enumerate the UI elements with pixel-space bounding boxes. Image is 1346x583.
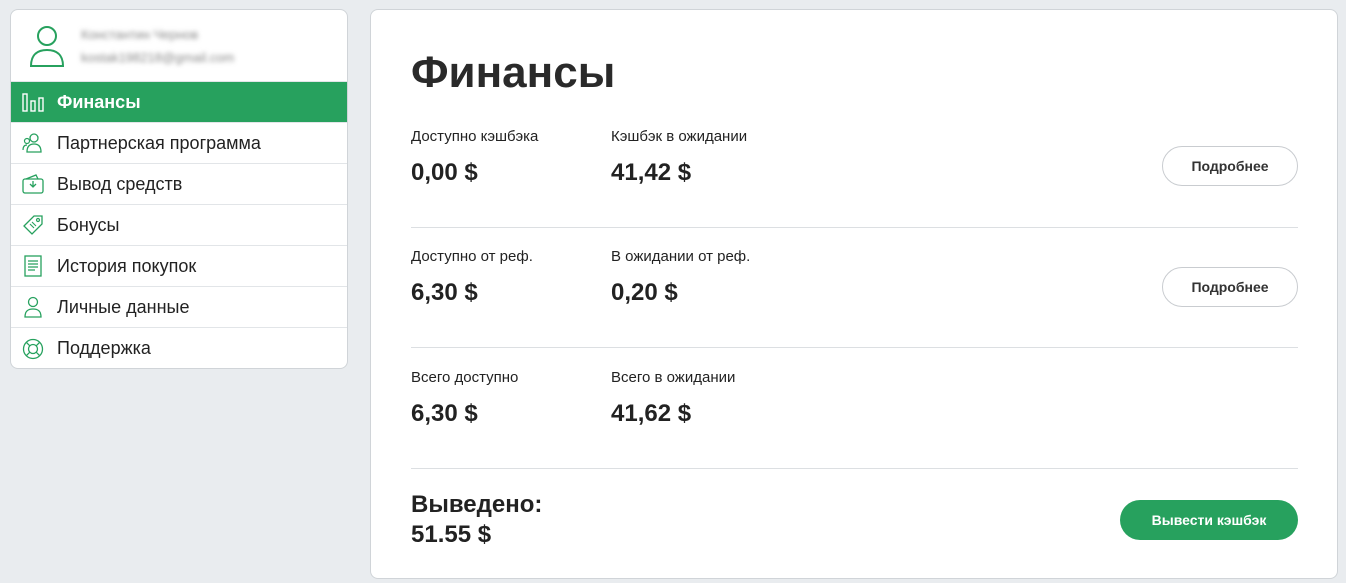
sidebar-item-label: Личные данные — [57, 296, 190, 317]
pending-cashback-label: Кэшбэк в ожидании — [611, 128, 748, 145]
cashback-details-button[interactable]: Подробнее — [1162, 146, 1298, 186]
referral-row: Доступно от реф. 6,30 $ В ожидании от ре… — [411, 228, 1298, 348]
pending-referral-value: 0,20 $ — [611, 279, 678, 306]
total-available-label: Всего доступно — [411, 369, 519, 386]
lifebuoy-icon — [21, 337, 45, 361]
total-pending-value: 41,62 $ — [611, 400, 692, 427]
sidebar: Константин Чернов kostak198218@gmail.com… — [10, 9, 348, 369]
sidebar-item-partner-program[interactable]: Партнерская программа — [11, 123, 347, 164]
withdrawn-summary: Выведено: 51.55 $ — [411, 490, 542, 550]
user-avatar-icon — [29, 25, 65, 67]
total-pending-label: Всего в ожидании — [611, 369, 736, 386]
profile-header[interactable]: Константин Чернов kostak198218@gmail.com — [11, 10, 347, 82]
profile-name: Константин Чернов — [81, 26, 199, 42]
pending-referral-label: В ожидании от реф. — [611, 248, 751, 265]
withdraw-cashback-button[interactable]: Вывести кэшбэк — [1120, 500, 1298, 540]
receipt-icon — [21, 254, 45, 278]
referral-details-button[interactable]: Подробнее — [1162, 267, 1298, 307]
sidebar-item-purchase-history[interactable]: История покупок — [11, 246, 347, 287]
withdrawn-value: 51.55 $ — [411, 521, 492, 548]
total-available: Всего доступно 6,30 $ — [411, 369, 518, 428]
sidebar-item-label: Партнерская программа — [57, 132, 261, 153]
sidebar-item-withdrawal[interactable]: Вывод средств — [11, 164, 347, 205]
sidebar-item-finances[interactable]: Финансы — [11, 82, 347, 123]
total-available-value: 6,30 $ — [411, 400, 478, 427]
sidebar-item-personal-data[interactable]: Личные данные — [11, 287, 347, 328]
wallet-icon — [21, 172, 45, 196]
total-pending: Всего в ожидании 41,62 $ — [611, 369, 735, 428]
available-referral: Доступно от реф. 6,30 $ — [411, 248, 533, 307]
cashback-row: Доступно кэшбэка 0,00 $ Кэшбэк в ожидани… — [411, 108, 1298, 228]
withdrawn-label: Выведено: — [411, 491, 543, 518]
user-icon — [21, 295, 45, 319]
users-icon — [21, 131, 45, 155]
totals-row: Всего доступно 6,30 $ Всего в ожидании 4… — [411, 349, 1298, 469]
sidebar-item-bonuses[interactable]: Бонусы — [11, 205, 347, 246]
available-cashback-value: 0,00 $ — [411, 159, 478, 186]
available-cashback-label: Доступно кэшбэка — [411, 128, 539, 145]
pending-cashback-value: 41,42 $ — [611, 159, 692, 186]
available-cashback: Доступно кэшбэка 0,00 $ — [411, 128, 538, 187]
available-referral-value: 6,30 $ — [411, 279, 478, 306]
profile-email: kostak198218@gmail.com — [81, 49, 235, 65]
sidebar-item-label: Финансы — [57, 91, 141, 112]
sidebar-item-label: Вывод средств — [57, 173, 183, 194]
sidebar-item-label: История покупок — [57, 255, 197, 276]
sidebar-item-label: Поддержка — [57, 338, 151, 358]
tag-icon — [21, 213, 45, 237]
sidebar-item-support[interactable]: Поддержка — [11, 328, 347, 368]
profile-info: Константин Чернов kostak198218@gmail.com — [81, 27, 234, 65]
sidebar-item-label: Бонусы — [57, 214, 120, 235]
bar-chart-icon — [21, 90, 45, 114]
available-referral-label: Доступно от реф. — [411, 248, 533, 265]
page-title: Финансы — [411, 48, 616, 97]
pending-cashback: Кэшбэк в ожидании 41,42 $ — [611, 128, 747, 187]
finances-panel: Финансы Доступно кэшбэка 0,00 $ Кэшбэк в… — [370, 9, 1338, 579]
pending-referral: В ожидании от реф. 0,20 $ — [611, 248, 750, 307]
